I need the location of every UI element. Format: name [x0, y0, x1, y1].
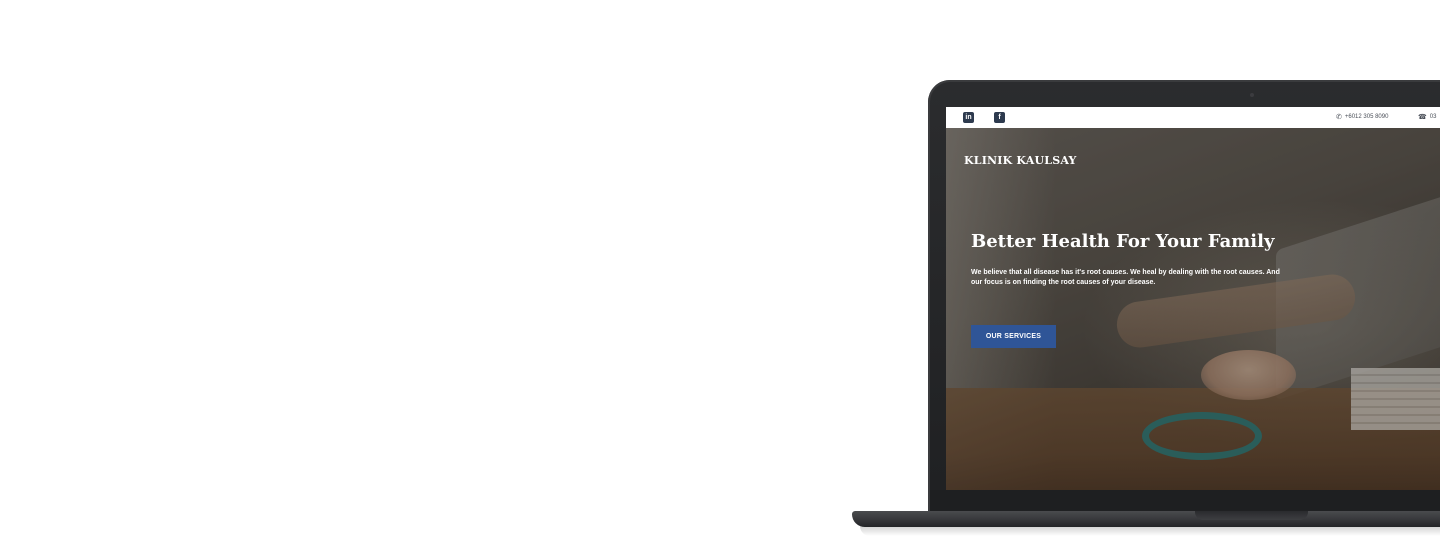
laptop-opening-notch — [1195, 511, 1308, 520]
facebook-icon[interactable]: f — [994, 112, 1005, 123]
whatsapp-contact[interactable]: ✆ +6012 305 8090 — [1336, 113, 1388, 121]
site-logo[interactable]: KLINIK KAULSAY — [964, 154, 1077, 167]
hero-section: KLINIK KAULSAY Better Health For Your Fa… — [946, 128, 1440, 490]
laptop-bezel-bottom — [930, 490, 1440, 510]
laptop-shadow — [860, 526, 1440, 536]
laptop-screen: in f ✆ +6012 305 8090 ☎ 03 KLINIK KAULSA… — [946, 107, 1440, 490]
hero-description: We believe that all disease has it's roo… — [971, 269, 1280, 286]
hero-title: Better Health For Your Family — [971, 231, 1275, 252]
camera-dot — [1250, 93, 1254, 97]
page-canvas: in f ✆ +6012 305 8090 ☎ 03 KLINIK KAULSA… — [0, 0, 1440, 541]
website-topbar: in f ✆ +6012 305 8090 ☎ 03 — [946, 107, 1440, 128]
phone-icon: ☎ — [1418, 114, 1427, 121]
linkedin-icon[interactable]: in — [963, 112, 974, 123]
laptop-base — [852, 511, 1440, 527]
whatsapp-number: +6012 305 8090 — [1344, 114, 1389, 120]
phone-number: 03 — [1429, 114, 1437, 120]
whatsapp-icon: ✆ — [1336, 114, 1342, 121]
our-services-button[interactable]: OUR SERVICES — [971, 325, 1056, 348]
phone-contact[interactable]: ☎ 03 — [1418, 113, 1436, 121]
hero-overlay — [946, 128, 1440, 490]
